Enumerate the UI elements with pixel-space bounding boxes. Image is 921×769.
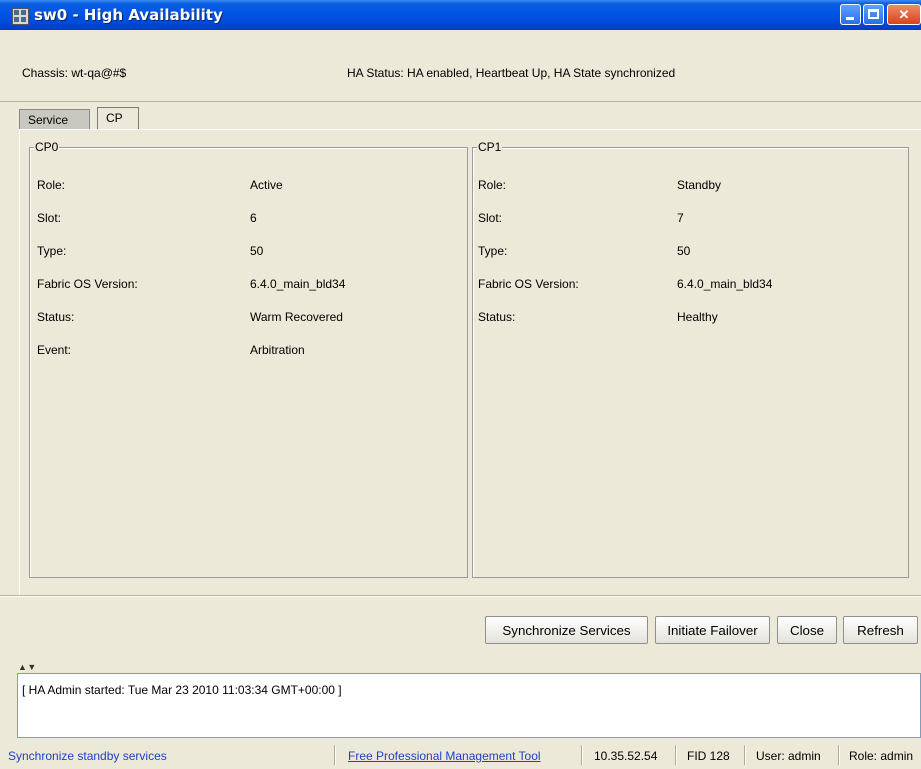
cp1-slot-label: Slot:	[478, 211, 503, 225]
cp1-slot-value: 7	[677, 211, 684, 225]
cp0-type-value: 50	[250, 244, 264, 258]
log-area[interactable]: [ HA Admin started: Tue Mar 23 2010 11:0…	[17, 673, 921, 738]
cp0-event-label: Event:	[37, 343, 72, 357]
status-ip: 10.35.52.54	[594, 749, 658, 763]
maximize-button[interactable]	[863, 4, 884, 25]
cp1-fabric-os-value: 6.4.0_main_bld34	[677, 277, 773, 291]
chassis-label: Chassis: wt-qa@#$	[22, 66, 127, 80]
cp0-slot-label: Slot:	[37, 211, 62, 225]
status-role: Role: admin	[849, 749, 914, 763]
status-divider	[675, 745, 677, 765]
cp0-status-value: Warm Recovered	[250, 310, 343, 324]
cp0-type-label: Type:	[37, 244, 67, 258]
cp1-status-value: Healthy	[677, 310, 718, 324]
cp1-type-label: Type:	[478, 244, 508, 258]
minimize-icon	[846, 17, 854, 20]
management-tool-link[interactable]: Free Professional Management Tool	[348, 749, 541, 763]
status-fid: FID 128	[687, 749, 730, 763]
cp0-title: CP0	[34, 140, 60, 154]
status-divider	[744, 745, 746, 765]
cp1-role-label: Role:	[478, 178, 507, 192]
status-divider	[581, 745, 583, 765]
tab-cp-label: CP	[106, 111, 123, 125]
cp1-fabric-os-label: Fabric OS Version:	[478, 277, 579, 291]
log-line: [ HA Admin started: Tue Mar 23 2010 11:0…	[22, 683, 342, 697]
maximize-icon	[868, 9, 879, 19]
synchronize-services-button[interactable]: Synchronize Services	[485, 616, 648, 644]
initiate-failover-button[interactable]: Initiate Failover	[655, 616, 770, 644]
status-divider	[334, 745, 336, 765]
window-title: sw0 - High Availability	[34, 6, 223, 24]
cp1-role-value: Standby	[677, 178, 722, 192]
cp0-event-value: Arbitration	[250, 343, 305, 357]
cp0-group: CP0	[29, 140, 468, 578]
tab-cp[interactable]: CP	[97, 107, 139, 130]
cp1-type-value: 50	[677, 244, 691, 258]
tab-service[interactable]: Service	[19, 109, 90, 129]
status-user: User: admin	[756, 749, 821, 763]
cp1-group: CP1	[472, 140, 909, 578]
tab-service-label: Service	[28, 113, 69, 127]
close-window-button[interactable]: ✕	[887, 4, 921, 25]
minimize-button[interactable]	[840, 4, 861, 25]
info-row: Chassis: wt-qa@#$ HA Status: HA enabled,…	[0, 30, 921, 102]
cp0-fabric-os-label: Fabric OS Version:	[37, 277, 138, 291]
status-hint: Synchronize standby services	[8, 749, 167, 763]
splitter-arrows-icon[interactable]: ▲ ▼	[18, 662, 36, 672]
app-icon[interactable]	[12, 8, 29, 25]
status-divider	[838, 745, 840, 765]
cp1-status-label: Status:	[478, 310, 516, 324]
refresh-button[interactable]: Refresh	[843, 616, 918, 644]
close-icon: ✕	[898, 7, 910, 22]
ha-status-label: HA Status: HA enabled, Heartbeat Up, HA …	[347, 66, 676, 80]
cp0-slot-value: 6	[250, 211, 257, 225]
cp0-role-value: Active	[250, 178, 283, 192]
cp1-title: CP1	[477, 140, 503, 154]
cp0-fabric-os-value: 6.4.0_main_bld34	[250, 277, 346, 291]
divider	[0, 595, 921, 597]
title-bar[interactable]: sw0 - High Availability ✕	[0, 0, 921, 30]
cp0-role-label: Role:	[37, 178, 66, 192]
cp0-status-label: Status:	[37, 310, 75, 324]
status-bar: Synchronize standby services Free Profes…	[0, 740, 921, 769]
close-button[interactable]: Close	[777, 616, 837, 644]
